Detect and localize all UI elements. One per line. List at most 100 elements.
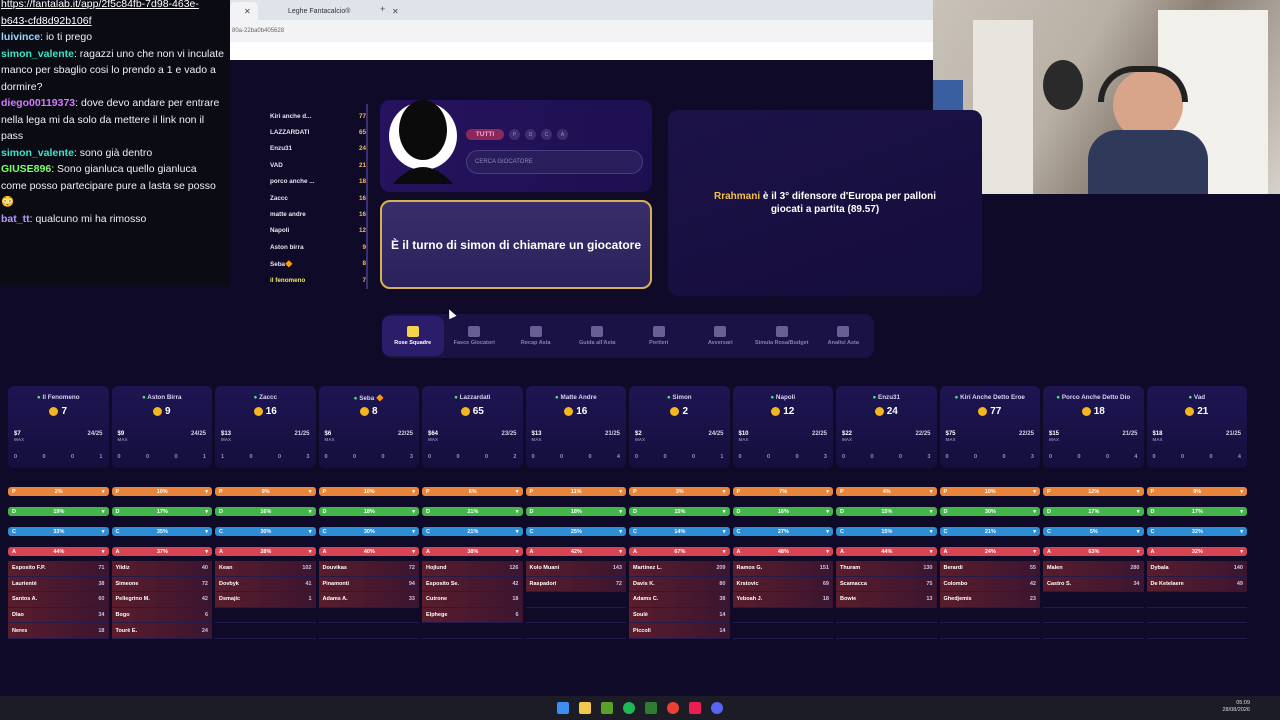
spotify-icon[interactable]: [623, 702, 635, 714]
role-bar-c[interactable]: C 32% ▾: [1146, 527, 1247, 536]
tab-avversari[interactable]: Avversari: [690, 314, 752, 358]
filter-a-button[interactable]: A: [557, 129, 568, 140]
roster-player[interactable]: Thuram 130: [836, 561, 937, 577]
filter-all-button[interactable]: TUTTI: [466, 129, 504, 140]
close-icon[interactable]: ✕: [392, 7, 399, 16]
role-bar-a[interactable]: A 42% ▾: [525, 547, 626, 556]
tab-analisi-asta[interactable]: Analisi Asta: [813, 314, 875, 358]
roster-player[interactable]: Douvikas 72: [318, 561, 419, 577]
app-icon[interactable]: [645, 702, 657, 714]
role-bar-c[interactable]: C 5% ▾: [1043, 527, 1144, 536]
roster-player[interactable]: Adams C. 38: [629, 592, 730, 608]
role-bar-a[interactable]: A 24% ▾: [939, 547, 1040, 556]
player-search-input[interactable]: CERCA GIOCATORE: [466, 150, 643, 174]
roster-player[interactable]: Dovbyk 41: [215, 576, 316, 593]
tab-recap-asta[interactable]: Recap Asta: [505, 314, 567, 358]
role-bar-d[interactable]: D 17% ▾: [111, 507, 212, 516]
role-bar-p[interactable]: P 10% ▾: [111, 487, 212, 496]
filter-d-button[interactable]: D: [525, 129, 536, 140]
roster-player[interactable]: Esposito F.P. 71: [8, 561, 109, 577]
roster-player[interactable]: Neres 18: [8, 623, 109, 639]
role-bar-p[interactable]: P 10% ▾: [939, 487, 1040, 496]
folder-icon[interactable]: [579, 702, 591, 714]
role-bar-c[interactable]: C 15% ▾: [836, 527, 937, 536]
role-bar-c[interactable]: C 25% ▾: [525, 527, 626, 536]
role-bar-p[interactable]: P 12% ▾: [1043, 487, 1144, 496]
roster-player[interactable]: Hojlund 126: [422, 561, 523, 577]
roster-player[interactable]: Pinamonti 94: [318, 576, 419, 593]
role-bar-p[interactable]: P 3% ▾: [629, 487, 730, 496]
start-icon[interactable]: [557, 702, 569, 714]
tab-fasce-giocatori[interactable]: Fasce Giocatori: [444, 314, 506, 358]
role-bar-c[interactable]: C 30% ▾: [318, 527, 419, 536]
role-bar-d[interactable]: D 16% ▾: [215, 507, 316, 516]
roster-player[interactable]: Ghedjemis 23: [939, 592, 1040, 608]
roster-player[interactable]: Cutrone 18: [422, 592, 523, 608]
roster-player[interactable]: Bowie 13: [836, 592, 937, 608]
role-bar-a[interactable]: A 28% ▾: [215, 547, 316, 556]
roster-player[interactable]: Simeone 72: [111, 576, 212, 593]
roster-player[interactable]: Raspadori 72: [525, 576, 626, 593]
roster-player[interactable]: Krstovic 69: [732, 576, 833, 593]
role-bar-d[interactable]: D 21% ▾: [422, 507, 523, 516]
role-bar-d[interactable]: D 18% ▾: [318, 507, 419, 516]
browser-tab[interactable]: Leghe Fantacalcio® ✕: [260, 2, 399, 20]
role-bar-p[interactable]: P 6% ▾: [422, 487, 523, 496]
role-bar-c[interactable]: C 35% ▾: [111, 527, 212, 536]
roster-player[interactable]: Kolo Muani 143: [525, 561, 626, 577]
role-bar-p[interactable]: P 7% ▾: [732, 487, 833, 496]
roster-player[interactable]: Dsmajic 1: [215, 592, 316, 608]
roster-player[interactable]: Yildiz 40: [111, 561, 212, 577]
role-bar-d[interactable]: D 30% ▾: [939, 507, 1040, 516]
role-bar-p[interactable]: P 9% ▾: [215, 487, 316, 496]
roster-player[interactable]: Pellegrino M. 42: [111, 592, 212, 608]
minecraft-icon[interactable]: [601, 702, 613, 714]
browser-tab-active[interactable]: ✕: [230, 2, 258, 20]
role-bar-d[interactable]: D 17% ▾: [1146, 507, 1247, 516]
role-bar-p[interactable]: P 2% ▾: [8, 487, 109, 496]
role-bar-d[interactable]: D 19% ▾: [8, 507, 109, 516]
roster-player[interactable]: Tourè E. 24: [111, 623, 212, 639]
role-bar-p[interactable]: P 10% ▾: [318, 487, 419, 496]
roster-player[interactable]: Davis K. 80: [629, 576, 730, 593]
roster-player[interactable]: Esposito Se. 42: [422, 576, 523, 593]
role-bar-c[interactable]: C 27% ▾: [732, 527, 833, 536]
new-tab-icon[interactable]: +: [380, 4, 385, 14]
roster-player[interactable]: Dybala 140: [1146, 561, 1247, 577]
role-bar-a[interactable]: A 37% ▾: [111, 547, 212, 556]
tab-simula-rosa-budget[interactable]: Simula Rosa/Budget: [751, 314, 813, 358]
role-bar-c[interactable]: C 33% ▾: [8, 527, 109, 536]
role-bar-d[interactable]: D 16% ▾: [732, 507, 833, 516]
address-bar[interactable]: 80a-22ba0b405628: [230, 20, 933, 42]
role-bar-d[interactable]: D 18% ▾: [525, 507, 626, 516]
roster-player[interactable]: Berardi 55: [939, 561, 1040, 577]
roster-player[interactable]: Laurientè 38: [8, 576, 109, 593]
roster-player[interactable]: Malen 280: [1043, 561, 1144, 577]
role-bar-a[interactable]: A 67% ▾: [629, 547, 730, 556]
role-bar-c[interactable]: C 21% ▾: [939, 527, 1040, 536]
chat-link[interactable]: https://fantalab.it/app/2f5c84fb-7d98-46…: [1, 0, 224, 29]
roster-player[interactable]: Elphege 6: [422, 607, 523, 624]
role-bar-a[interactable]: A 38% ▾: [422, 547, 523, 556]
role-bar-a[interactable]: A 32% ▾: [1146, 547, 1247, 556]
role-bar-c[interactable]: C 14% ▾: [629, 527, 730, 536]
discord-icon[interactable]: [711, 702, 723, 714]
roster-player[interactable]: De Ketelaere 49: [1146, 576, 1247, 593]
tab-rose-squadre[interactable]: Rose Squadre: [382, 316, 444, 356]
roster-player[interactable]: Dlao 34: [8, 607, 109, 624]
role-bar-p[interactable]: P 11% ▾: [525, 487, 626, 496]
roster-player[interactable]: Kean 102: [215, 561, 316, 577]
roster-player[interactable]: Yeboah J. 18: [732, 592, 833, 608]
roster-player[interactable]: Castro S. 34: [1043, 576, 1144, 593]
roster-player[interactable]: Adams A. 33: [318, 592, 419, 608]
roster-player[interactable]: Piccoli 14: [629, 623, 730, 639]
role-bar-a[interactable]: A 44% ▾: [8, 547, 109, 556]
filter-p-button[interactable]: P: [509, 129, 520, 140]
roster-player[interactable]: Scamacca 75: [836, 576, 937, 593]
roster-player[interactable]: Soulè 14: [629, 607, 730, 624]
role-bar-p[interactable]: P 4% ▾: [836, 487, 937, 496]
role-bar-c[interactable]: C 21% ▾: [422, 527, 523, 536]
roster-player[interactable]: Bogo 6: [111, 607, 212, 624]
system-clock[interactable]: 05:09 28/08/2026: [1222, 700, 1250, 714]
tiktok-icon[interactable]: [689, 702, 701, 714]
